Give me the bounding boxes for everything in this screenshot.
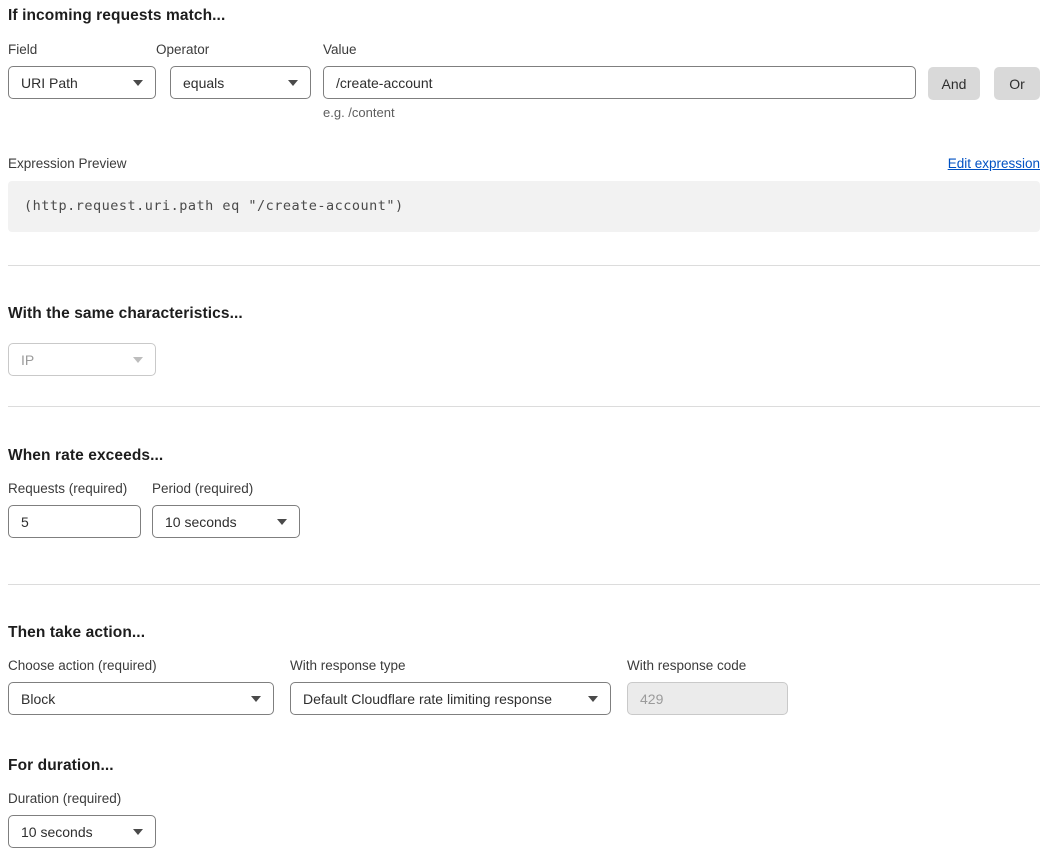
section-divider (8, 265, 1040, 266)
requests-group: Requests (required) (8, 481, 141, 538)
section-rate: When rate exceeds... Requests (required)… (8, 447, 1040, 538)
section-divider (8, 584, 1040, 585)
rate-row: Requests (required) Period (required) 10… (8, 481, 1040, 538)
period-label: Period (required) (152, 481, 300, 496)
characteristic-select: IP (8, 343, 156, 376)
chevron-down-icon (277, 519, 287, 525)
choose-action-select[interactable]: Block (8, 682, 274, 715)
value-hint: e.g. /content (323, 105, 916, 120)
requests-input[interactable] (8, 505, 141, 538)
field-label: Field (8, 42, 156, 57)
action-heading: Then take action... (8, 624, 1040, 642)
duration-label: Duration (required) (8, 791, 1040, 806)
chevron-down-icon (133, 357, 143, 363)
section-characteristics: With the same characteristics... IP (8, 305, 1040, 376)
duration-select[interactable]: 10 seconds (8, 815, 156, 848)
response-type-select-value: Default Cloudflare rate limiting respons… (303, 691, 552, 707)
response-code-label: With response code (627, 658, 788, 673)
period-select[interactable]: 10 seconds (152, 505, 300, 538)
match-heading: If incoming requests match... (8, 7, 1040, 25)
operator-select-value: equals (183, 75, 224, 91)
operator-label: Operator (156, 42, 311, 57)
value-group: Value e.g. /content (323, 42, 916, 120)
value-label: Value (323, 42, 916, 57)
period-group: Period (required) 10 seconds (152, 481, 300, 538)
operator-select[interactable]: equals (170, 66, 311, 99)
response-code-input (627, 682, 788, 715)
edit-expression-link[interactable]: Edit expression (948, 156, 1040, 171)
match-condition-row: Field URI Path Operator equals Value e.g… (8, 42, 1040, 120)
field-group: Field URI Path (8, 42, 156, 99)
expression-preview-code: (http.request.uri.path eq "/create-accou… (8, 181, 1040, 232)
characteristic-select-value: IP (21, 352, 34, 368)
period-select-value: 10 seconds (165, 514, 237, 530)
operator-group: Operator equals (156, 42, 311, 99)
and-button[interactable]: And (928, 67, 980, 100)
field-select-value: URI Path (21, 75, 78, 91)
characteristics-heading: With the same characteristics... (8, 305, 1040, 323)
choose-action-select-value: Block (21, 691, 55, 707)
response-code-group: With response code (627, 658, 788, 715)
chevron-down-icon (133, 829, 143, 835)
value-input[interactable] (323, 66, 916, 99)
chevron-down-icon (251, 696, 261, 702)
requests-label: Requests (required) (8, 481, 141, 496)
response-type-select[interactable]: Default Cloudflare rate limiting respons… (290, 682, 611, 715)
expression-preview-label: Expression Preview (8, 156, 127, 171)
duration-heading: For duration... (8, 757, 1040, 775)
chevron-down-icon (588, 696, 598, 702)
section-divider (8, 406, 1040, 407)
action-row: Choose action (required) Block With resp… (8, 658, 1040, 715)
response-type-group: With response type Default Cloudflare ra… (290, 658, 611, 715)
field-select[interactable]: URI Path (8, 66, 156, 99)
section-match: If incoming requests match... Field URI … (8, 7, 1040, 232)
chevron-down-icon (288, 80, 298, 86)
section-action: Then take action... Choose action (requi… (8, 624, 1040, 715)
chevron-down-icon (133, 80, 143, 86)
choose-action-label: Choose action (required) (8, 658, 274, 673)
choose-action-group: Choose action (required) Block (8, 658, 274, 715)
rate-heading: When rate exceeds... (8, 447, 1040, 465)
section-duration: For duration... Duration (required) 10 s… (8, 757, 1040, 848)
duration-select-value: 10 seconds (21, 824, 93, 840)
or-button[interactable]: Or (994, 67, 1040, 100)
response-type-label: With response type (290, 658, 611, 673)
expression-preview-header: Expression Preview Edit expression (8, 156, 1040, 171)
